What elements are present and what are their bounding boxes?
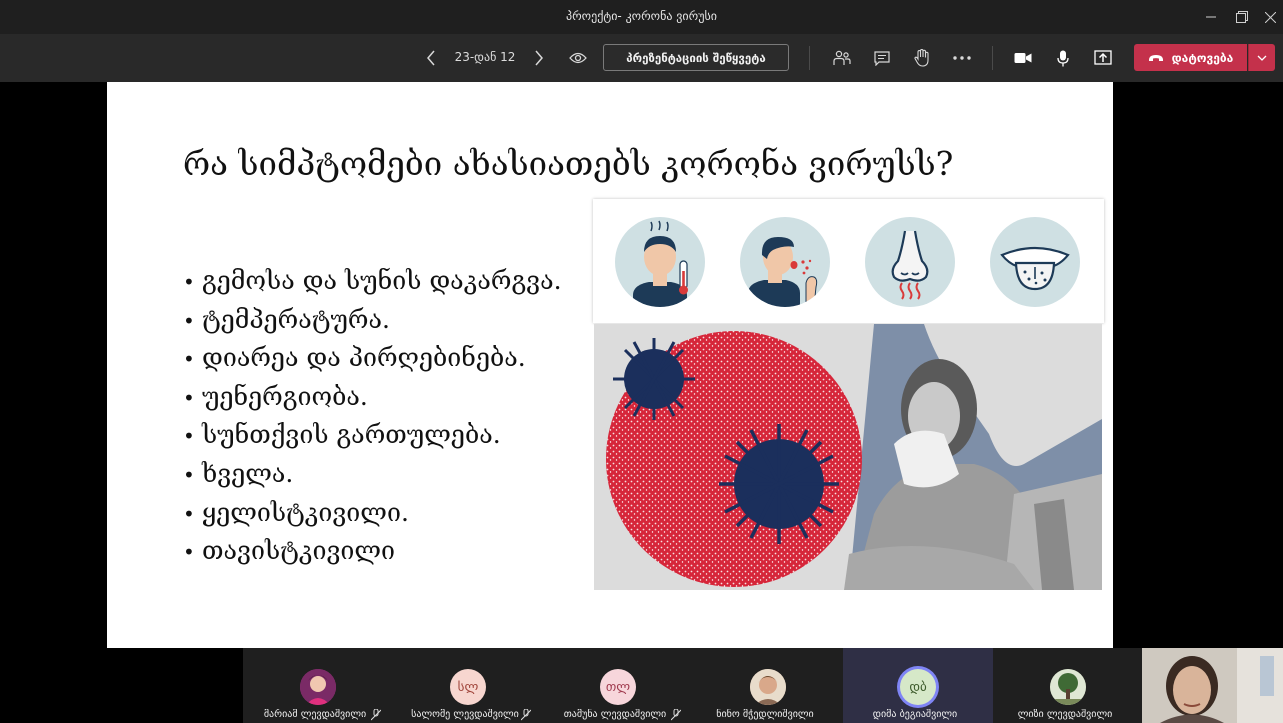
window-title: პროექტი- კორონა ვირუსი: [566, 9, 717, 23]
list-item: ტემპერატურა.: [183, 301, 562, 340]
more-actions-button[interactable]: [948, 44, 976, 72]
close-button[interactable]: [1253, 0, 1283, 34]
participants-button[interactable]: [828, 44, 856, 72]
cough-icon: [740, 217, 830, 307]
list-item: გემოსა და სუნის დაკარგვა.: [183, 262, 562, 301]
eye-icon: [569, 52, 587, 64]
symptom-icons-panel: [593, 199, 1104, 323]
chevron-right-icon: [535, 50, 543, 66]
toolbar-divider: [992, 46, 993, 70]
chevron-left-icon: [427, 50, 435, 66]
teams-meeting-window: პროექტი- კორონა ვირუსი 23-დან 12 პრეზენტ…: [0, 0, 1283, 723]
close-icon: [1264, 11, 1276, 23]
slide-title: რა სიმპტომები ახასიათებს კორონა ვირუსს?: [183, 144, 954, 183]
participant-name: თამუნა ლევდაშვილი: [563, 709, 667, 720]
avatar: [750, 669, 786, 705]
mic-off-icon: [671, 709, 681, 721]
raise-hand-icon: [914, 49, 929, 67]
mic-off-icon: [521, 709, 531, 721]
list-item: დიარეა და პირღებინება.: [183, 339, 562, 378]
tongue-icon: [990, 217, 1080, 307]
meeting-toolbar: 23-დან 12 პრეზენტაციის შეწყვეტა დატოვება: [0, 34, 1283, 82]
mic-off-icon: [371, 709, 381, 721]
camera-button[interactable]: [1009, 44, 1037, 72]
microphone-icon: [1057, 50, 1069, 66]
stop-presenting-button[interactable]: პრეზენტაციის შეწყვეტა: [603, 44, 789, 71]
leave-button-label: დატოვება: [1171, 50, 1234, 65]
nose-icon: [865, 217, 955, 307]
fever-icon: [615, 217, 705, 307]
list-item: უენერგიობა.: [183, 378, 562, 417]
participant-tile[interactable]: ლიზი ლევდაშვილი: [993, 648, 1143, 723]
share-screen-icon: [1094, 50, 1112, 65]
view-toggle-button[interactable]: [564, 44, 592, 72]
participant-tile[interactable]: მარიამ ლევდაშვილი: [243, 648, 393, 723]
presentation-slide: რა სიმპტომები ახასიათებს კორონა ვირუსს? …: [107, 82, 1113, 648]
avatar: დბ: [900, 669, 936, 705]
participant-tile-speaking[interactable]: დბ დიმა ბეგიაშვილი: [843, 648, 993, 723]
more-icon: [953, 56, 971, 60]
participant-name: ნინო მჭედლიშვილი: [716, 709, 814, 720]
participant-tile[interactable]: თლ თამუნა ლევდაშვილი: [543, 648, 693, 723]
camera-icon: [1014, 53, 1032, 63]
participant-name: ლიზი ლევდაშვილი: [1017, 709, 1113, 720]
minimize-icon: [1206, 16, 1216, 18]
share-content-button[interactable]: [1089, 44, 1117, 72]
chat-icon: [874, 50, 890, 66]
avatar: [300, 669, 336, 705]
participant-tile[interactable]: ნინო მჭედლიშვილი: [693, 648, 843, 723]
next-slide-button[interactable]: [525, 44, 553, 72]
slide-counter: 23-დან 12: [454, 50, 516, 64]
list-item: ყელისტკივილი.: [183, 494, 562, 533]
leave-options-dropdown[interactable]: [1248, 44, 1275, 71]
participant-tile[interactable]: სლ სალომე ლევდაშვილი: [393, 648, 543, 723]
microphone-button[interactable]: [1049, 44, 1077, 72]
restore-icon: [1236, 11, 1248, 23]
sick-woman-virus-illustration: [594, 324, 1102, 590]
chevron-down-icon: [1257, 55, 1267, 61]
participant-name: მარიამ ლევდაშვილი: [263, 709, 367, 720]
avatar: სლ: [450, 669, 486, 705]
chat-button[interactable]: [868, 44, 896, 72]
participant-name: სალომე ლევდაშვილი: [411, 709, 519, 720]
people-icon: [833, 50, 851, 65]
leave-button[interactable]: დატოვება: [1134, 44, 1247, 71]
raise-hand-button[interactable]: [908, 44, 936, 72]
self-video-preview[interactable]: [1142, 648, 1283, 723]
participant-gallery: მარიამ ლევდაშვილი სლ სალომე ლევდაშვილი თ…: [0, 648, 1283, 723]
title-bar: პროექტი- კორონა ვირუსი: [0, 0, 1283, 34]
symptom-list: გემოსა და სუნის დაკარგვა. ტემპერატურა. დ…: [183, 262, 562, 571]
minimize-button[interactable]: [1194, 0, 1228, 34]
list-item: თავისტკივილი: [183, 532, 562, 571]
toolbar-divider: [809, 46, 810, 70]
list-item: სუნთქვის გართულება.: [183, 416, 562, 455]
participant-name: დიმა ბეგიაშვილი: [872, 709, 958, 720]
avatar: [1050, 669, 1086, 705]
hang-up-icon: [1148, 54, 1163, 61]
list-item: ხველა.: [183, 455, 562, 494]
previous-slide-button[interactable]: [417, 44, 445, 72]
avatar: თლ: [600, 669, 636, 705]
